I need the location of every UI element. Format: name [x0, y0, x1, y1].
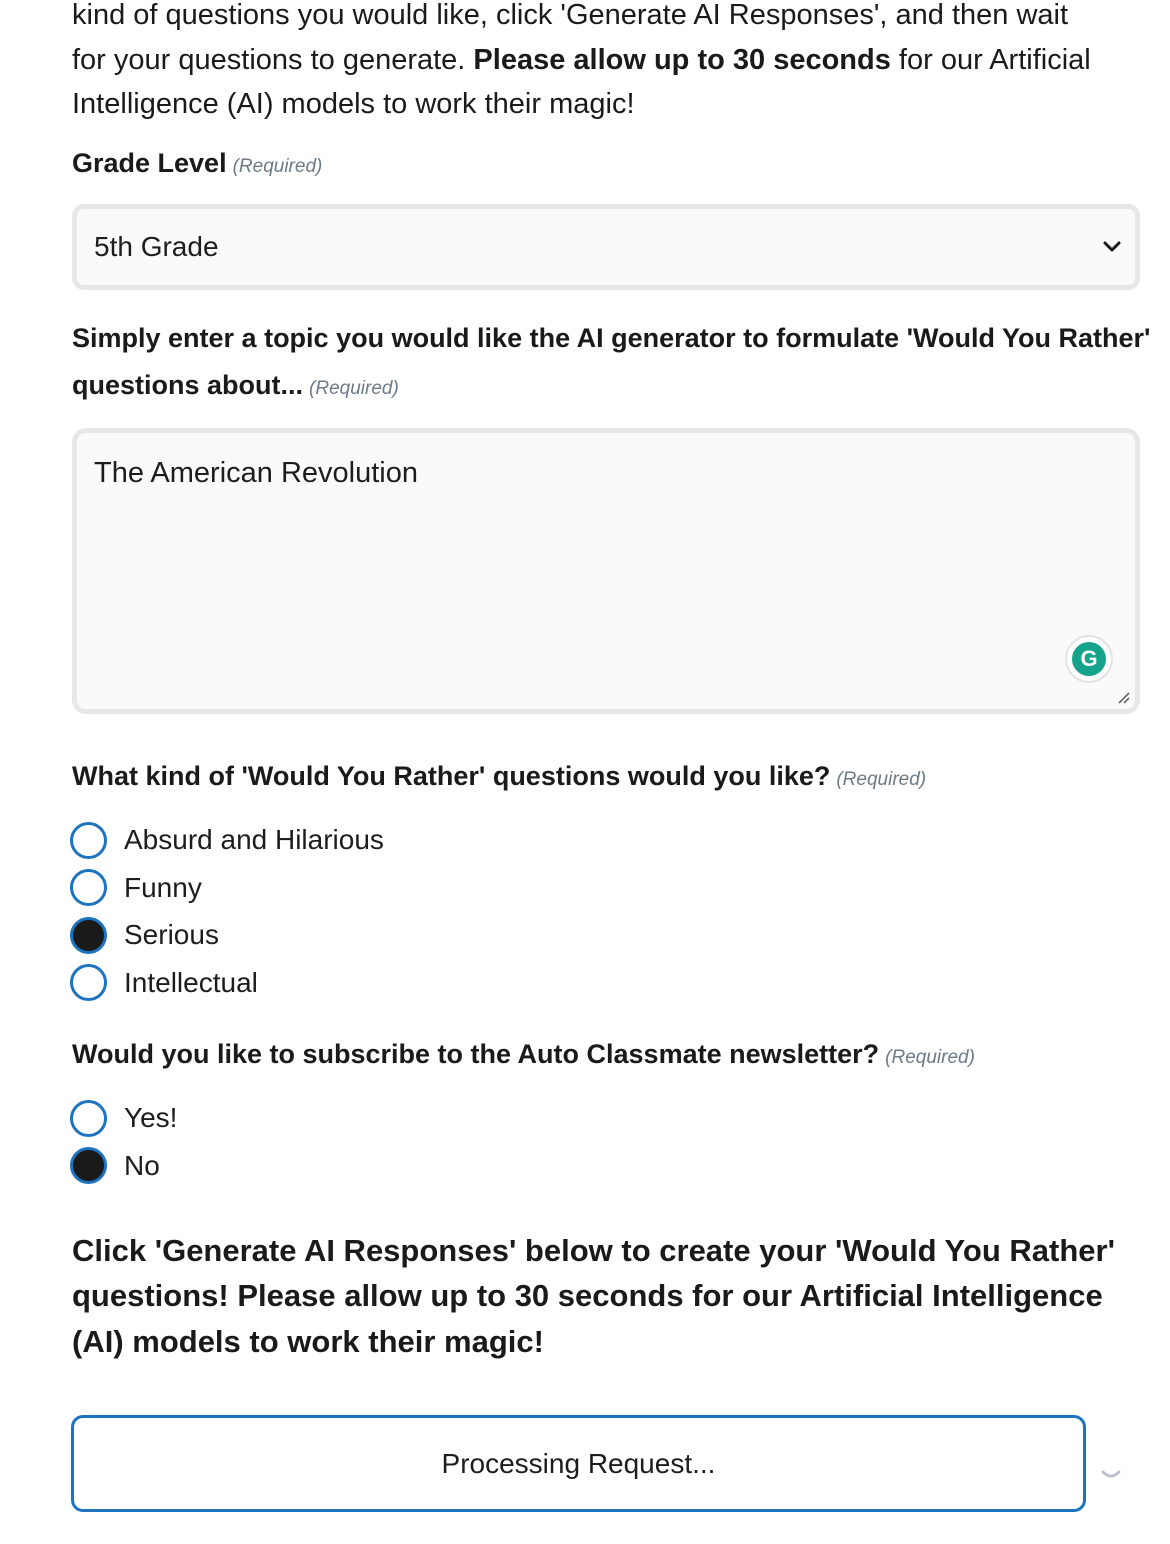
grammarly-badge: G — [1072, 641, 1106, 676]
radio-label: Funny — [124, 871, 202, 903]
topic-field: Simply enter a topic you would like the … — [72, 315, 1150, 714]
newsletter-field: Would you like to subscribe to the Auto … — [70, 1031, 1138, 1190]
radio-option-serious[interactable]: Serious — [70, 912, 1138, 960]
grade-level-label-text: Grade Level — [72, 147, 227, 178]
topic-label-text: Simply enter a topic you would like the … — [72, 322, 1151, 400]
radio-button[interactable] — [70, 869, 107, 907]
grade-level-field: Grade Level (Required) 5th Grade — [72, 140, 1140, 290]
intro-line-2-end: for our Artificial — [890, 43, 1091, 76]
required-marker: (Required) — [836, 768, 927, 790]
intro-line-2-start: for your questions to generate. — [72, 43, 474, 76]
radio-option-intellectual[interactable]: Intellectual — [70, 959, 1138, 1007]
topic-label: Simply enter a topic you would like the … — [72, 315, 1152, 412]
intro-line-3: Intelligence (AI) models to work their m… — [72, 88, 635, 120]
required-marker: (Required) — [232, 155, 323, 177]
question-kind-field: What kind of 'Would You Rather' question… — [70, 753, 1138, 1007]
grammarly-icon[interactable]: G — [1067, 636, 1111, 681]
radio-button-selected[interactable] — [70, 1147, 107, 1185]
intro-line-1: kind of questions you would like, click … — [72, 0, 1069, 31]
topic-textarea-value: The American Revolution — [94, 456, 418, 489]
required-marker: (Required) — [309, 377, 399, 399]
radio-button[interactable] — [70, 1099, 107, 1137]
question-kind-label: What kind of 'Would You Rather' question… — [72, 753, 1138, 803]
radio-label: Serious — [124, 919, 219, 951]
newsletter-label-text: Would you like to subscribe to the Auto … — [72, 1038, 880, 1069]
radio-button[interactable] — [70, 964, 107, 1002]
loading-spinner-icon — [1101, 1470, 1121, 1478]
question-kind-label-text: What kind of 'Would You Rather' question… — [72, 760, 831, 791]
radio-label: Absurd and Hilarious — [124, 824, 384, 856]
radio-button-selected[interactable] — [70, 916, 107, 954]
grade-level-select[interactable]: 5th Grade — [72, 203, 1140, 290]
radio-button[interactable] — [70, 821, 107, 859]
newsletter-options: Yes! No — [70, 1095, 1138, 1190]
required-marker: (Required) — [885, 1046, 975, 1068]
resize-handle-icon[interactable] — [1115, 689, 1131, 705]
radio-label: No — [124, 1149, 160, 1181]
intro-emphasis: Please allow up to 30 seconds — [473, 43, 891, 76]
chevron-down-icon — [1103, 241, 1121, 251]
cta-text: Click 'Generate AI Responses' below to c… — [72, 1232, 1115, 1359]
intro-text: kind of questions you would like, click … — [72, 0, 1132, 127]
generate-submit-button[interactable]: Processing Request... — [71, 1415, 1086, 1512]
grade-level-selected-value: 5th Grade — [94, 230, 219, 262]
radio-option-no[interactable]: No — [70, 1142, 1138, 1190]
radio-label: Intellectual — [124, 966, 258, 998]
radio-option-yes[interactable]: Yes! — [70, 1095, 1138, 1143]
grade-level-label: Grade Level (Required) — [72, 140, 1138, 190]
topic-textarea[interactable]: The American Revolution G — [72, 427, 1140, 714]
radio-option-absurd[interactable]: Absurd and Hilarious — [70, 817, 1138, 865]
newsletter-label: Would you like to subscribe to the Auto … — [72, 1031, 1138, 1081]
form-page: kind of questions you would like, click … — [0, 0, 1170, 1537]
radio-option-funny[interactable]: Funny — [70, 864, 1138, 912]
question-kind-options: Absurd and Hilarious Funny Serious Intel… — [70, 817, 1138, 1007]
radio-label: Yes! — [124, 1102, 178, 1134]
